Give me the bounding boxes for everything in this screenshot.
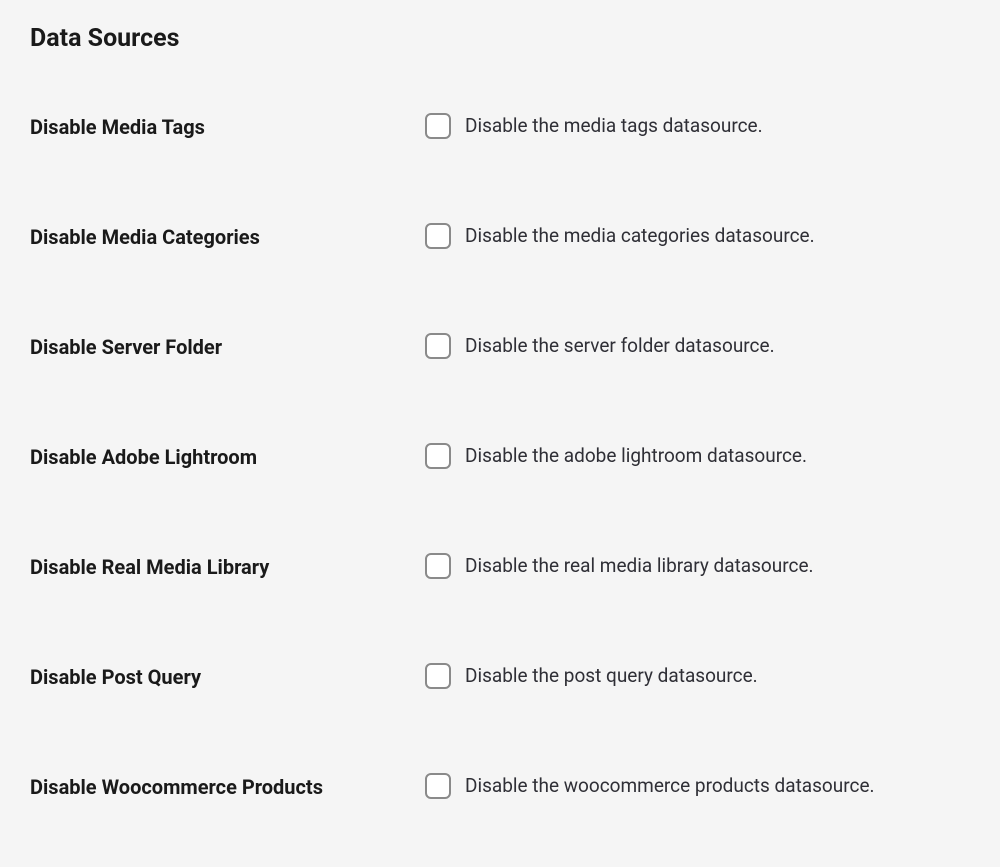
setting-control: Disable the woocommerce products datasou… bbox=[425, 773, 875, 799]
setting-description: Disable the post query datasource. bbox=[465, 664, 758, 689]
setting-label: Disable Media Categories bbox=[30, 223, 425, 251]
setting-label: Disable Server Folder bbox=[30, 333, 425, 361]
checkbox-woocommerce-products[interactable] bbox=[425, 773, 451, 799]
setting-row-post-query: Disable Post Query Disable the post quer… bbox=[30, 663, 970, 691]
setting-control: Disable the media tags datasource. bbox=[425, 113, 763, 139]
setting-row-media-categories: Disable Media Categories Disable the med… bbox=[30, 223, 970, 251]
checkbox-real-media-library[interactable] bbox=[425, 553, 451, 579]
setting-description: Disable the media categories datasource. bbox=[465, 224, 815, 249]
setting-control: Disable the real media library datasourc… bbox=[425, 553, 814, 579]
setting-description: Disable the server folder datasource. bbox=[465, 334, 775, 359]
setting-description: Disable the adobe lightroom datasource. bbox=[465, 444, 807, 469]
setting-row-media-tags: Disable Media Tags Disable the media tag… bbox=[30, 113, 970, 141]
setting-row-adobe-lightroom: Disable Adobe Lightroom Disable the adob… bbox=[30, 443, 970, 471]
section-title: Data Sources bbox=[30, 24, 970, 53]
setting-label: Disable Real Media Library bbox=[30, 553, 425, 581]
checkbox-media-categories[interactable] bbox=[425, 223, 451, 249]
setting-description: Disable the media tags datasource. bbox=[465, 114, 763, 139]
settings-table: Disable Media Tags Disable the media tag… bbox=[30, 113, 970, 801]
setting-control: Disable the adobe lightroom datasource. bbox=[425, 443, 807, 469]
setting-label: Disable Woocommerce Products bbox=[30, 773, 425, 801]
setting-description: Disable the woocommerce products datasou… bbox=[465, 774, 875, 799]
setting-row-server-folder: Disable Server Folder Disable the server… bbox=[30, 333, 970, 361]
checkbox-media-tags[interactable] bbox=[425, 113, 451, 139]
setting-description: Disable the real media library datasourc… bbox=[465, 554, 814, 579]
setting-row-woocommerce-products: Disable Woocommerce Products Disable the… bbox=[30, 773, 970, 801]
setting-label: Disable Adobe Lightroom bbox=[30, 443, 425, 471]
setting-control: Disable the media categories datasource. bbox=[425, 223, 815, 249]
setting-row-real-media-library: Disable Real Media Library Disable the r… bbox=[30, 553, 970, 581]
setting-control: Disable the server folder datasource. bbox=[425, 333, 775, 359]
checkbox-server-folder[interactable] bbox=[425, 333, 451, 359]
checkbox-adobe-lightroom[interactable] bbox=[425, 443, 451, 469]
checkbox-post-query[interactable] bbox=[425, 663, 451, 689]
setting-label: Disable Post Query bbox=[30, 663, 425, 691]
setting-label: Disable Media Tags bbox=[30, 113, 425, 141]
setting-control: Disable the post query datasource. bbox=[425, 663, 758, 689]
